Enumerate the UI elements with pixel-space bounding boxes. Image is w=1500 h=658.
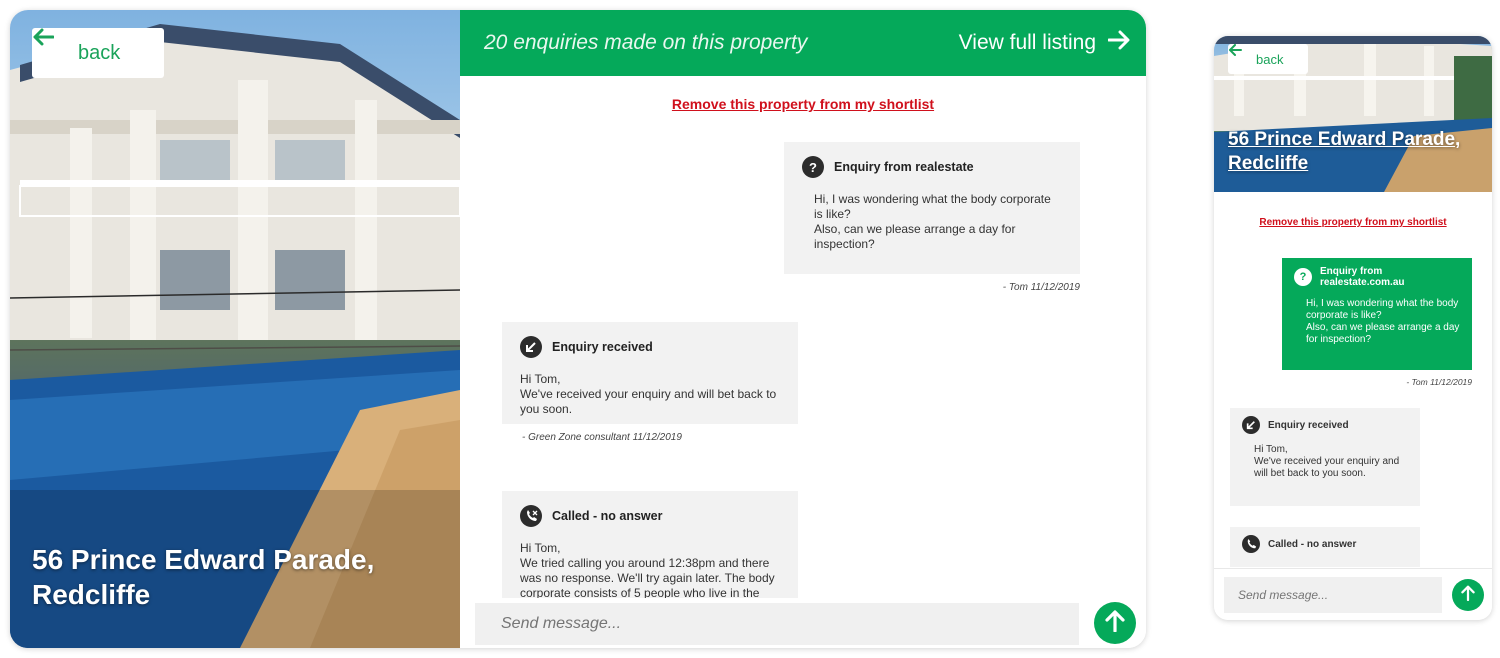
enquiry-count: 20 enquiries made on this property [484,31,808,54]
back-button[interactable]: back [32,28,164,78]
message-input[interactable] [475,603,1079,645]
property-address: 56 Prince Edward Parade, Redcliffe [32,544,375,610]
question-icon: ? [1294,268,1312,286]
mobile-message-input[interactable] [1224,577,1442,613]
arrow-down-left-icon [1242,416,1260,434]
message-body: Hi Tom, We've received your enquiry and … [520,372,777,416]
view-listing-link[interactable]: View full listing [959,30,1130,56]
mobile-message-composer [1214,568,1492,620]
message-title: Called - no answer [552,509,663,523]
message-title: Enquiry received [1268,419,1349,431]
message-title: Called - no answer [1268,538,1357,550]
remove-shortlist-link[interactable]: Remove this property from my shortlist [672,96,934,112]
message-body: Hi, I was wondering what the body corpor… [1306,298,1460,345]
mobile-remove-row: Remove this property from my shortlist [1214,212,1492,230]
message-composer [460,598,1146,648]
arrow-up-icon [1105,609,1125,637]
desktop-view: back 56 Prince Edward Parade, Redcliffe … [10,10,1146,648]
message-meta: - Tom 11/12/2019 [1002,282,1080,293]
message-bubble: ? Enquiry from realestate Hi, I was wond… [784,142,1080,274]
arrow-right-icon [1107,30,1130,56]
mobile-remove-shortlist-link[interactable]: Remove this property from my shortlist [1259,217,1446,228]
back-label: back [1256,51,1284,67]
message-meta: - Green Zone consultant 11/12/2019 [522,432,682,443]
arrow-up-icon [1461,585,1475,606]
mobile-message-bubble: Enquiry received Hi Tom, We've received … [1230,408,1420,506]
send-button[interactable] [1094,602,1136,644]
phone-missed-icon [1242,535,1260,553]
message-body: Hi Tom, We've received your enquiry and … [1254,444,1400,479]
property-photo: back 56 Prince Edward Parade, Redcliffe [10,10,460,648]
message-body: Hi Tom, We tried calling you around 12:3… [520,541,775,600]
mobile-send-button[interactable] [1452,579,1484,611]
arrow-down-left-icon [520,336,542,358]
view-listing-label: View full listing [958,31,1096,54]
mobile-property-address: 56 Prince Edward Parade, Redcliffe [1228,129,1461,174]
message-title: Enquiry received [552,340,653,354]
question-icon: ? [802,156,824,178]
enquiry-header: 20 enquiries made on this property View … [460,10,1146,76]
mobile-view: back 56 Prince Edward Parade, Redcliffe … [1214,36,1492,620]
mobile-message-bubble: ? Enquiry from realestate.com.au Hi, I w… [1282,258,1472,370]
back-label: back [78,41,121,64]
message-title: Enquiry from realestate.com.au [1320,266,1405,288]
mobile-message-meta: - Tom 11/12/2019 [1406,377,1472,387]
enquiry-panel: 20 enquiries made on this property View … [460,10,1146,648]
remove-shortlist-row: Remove this property from my shortlist [460,96,1146,114]
mobile-property-photo: back 56 Prince Edward Parade, Redcliffe [1214,36,1492,192]
mobile-message-bubble: Called - no answer [1230,527,1420,567]
message-body: Hi, I was wondering what the body corpor… [814,192,1051,251]
message-bubble: Enquiry received Hi Tom, We've received … [502,322,798,424]
mobile-back-button[interactable]: back [1228,44,1308,74]
message-title: Enquiry from realestate [834,160,974,174]
phone-missed-icon [520,505,542,527]
